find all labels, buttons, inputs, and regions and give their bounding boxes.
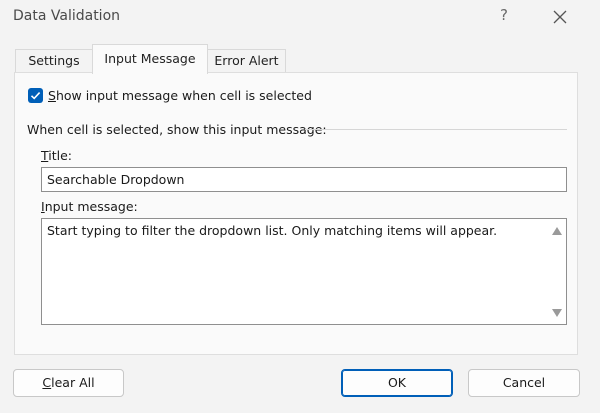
checkmark-icon (30, 92, 41, 100)
message-scrollbar[interactable] (548, 219, 566, 324)
show-message-checkbox[interactable] (28, 88, 43, 103)
title-label-text: itle: (48, 148, 73, 163)
section-label: When cell is selected, show this input m… (27, 122, 327, 137)
input-message-text: Start typing to filter the dropdown list… (47, 223, 498, 238)
tab-error-alert[interactable]: Error Alert (207, 49, 286, 72)
show-message-label[interactable]: Show input message when cell is selected (48, 88, 312, 103)
clear-all-label: lear All (51, 375, 95, 390)
scroll-up-icon[interactable] (552, 227, 562, 235)
clear-all-mnemonic: C (42, 375, 52, 390)
title-field-label: Title: (41, 148, 72, 163)
dialog-title: Data Validation (13, 8, 121, 24)
title-input[interactable]: Searchable Dropdown (41, 167, 567, 192)
close-button[interactable] (549, 6, 571, 28)
show-message-mnemonic: S (48, 88, 56, 103)
section-divider (305, 129, 567, 130)
show-message-label-text: how input message when cell is selected (55, 88, 312, 103)
title-bar: Data Validation ? (0, 0, 600, 34)
ok-button[interactable]: OK (341, 369, 453, 397)
tab-input-message[interactable]: Input Message (92, 44, 208, 74)
message-label-text: nput message: (44, 199, 138, 214)
tab-settings[interactable]: Settings (15, 49, 93, 72)
clear-all-button[interactable]: Clear All (13, 369, 124, 397)
close-icon (553, 10, 567, 24)
message-field-label: Input message: (41, 199, 138, 214)
input-message-textarea[interactable]: Start typing to filter the dropdown list… (41, 218, 567, 325)
help-button[interactable]: ? (497, 6, 511, 24)
scroll-down-icon[interactable] (552, 309, 562, 317)
cancel-button[interactable]: Cancel (468, 369, 580, 397)
